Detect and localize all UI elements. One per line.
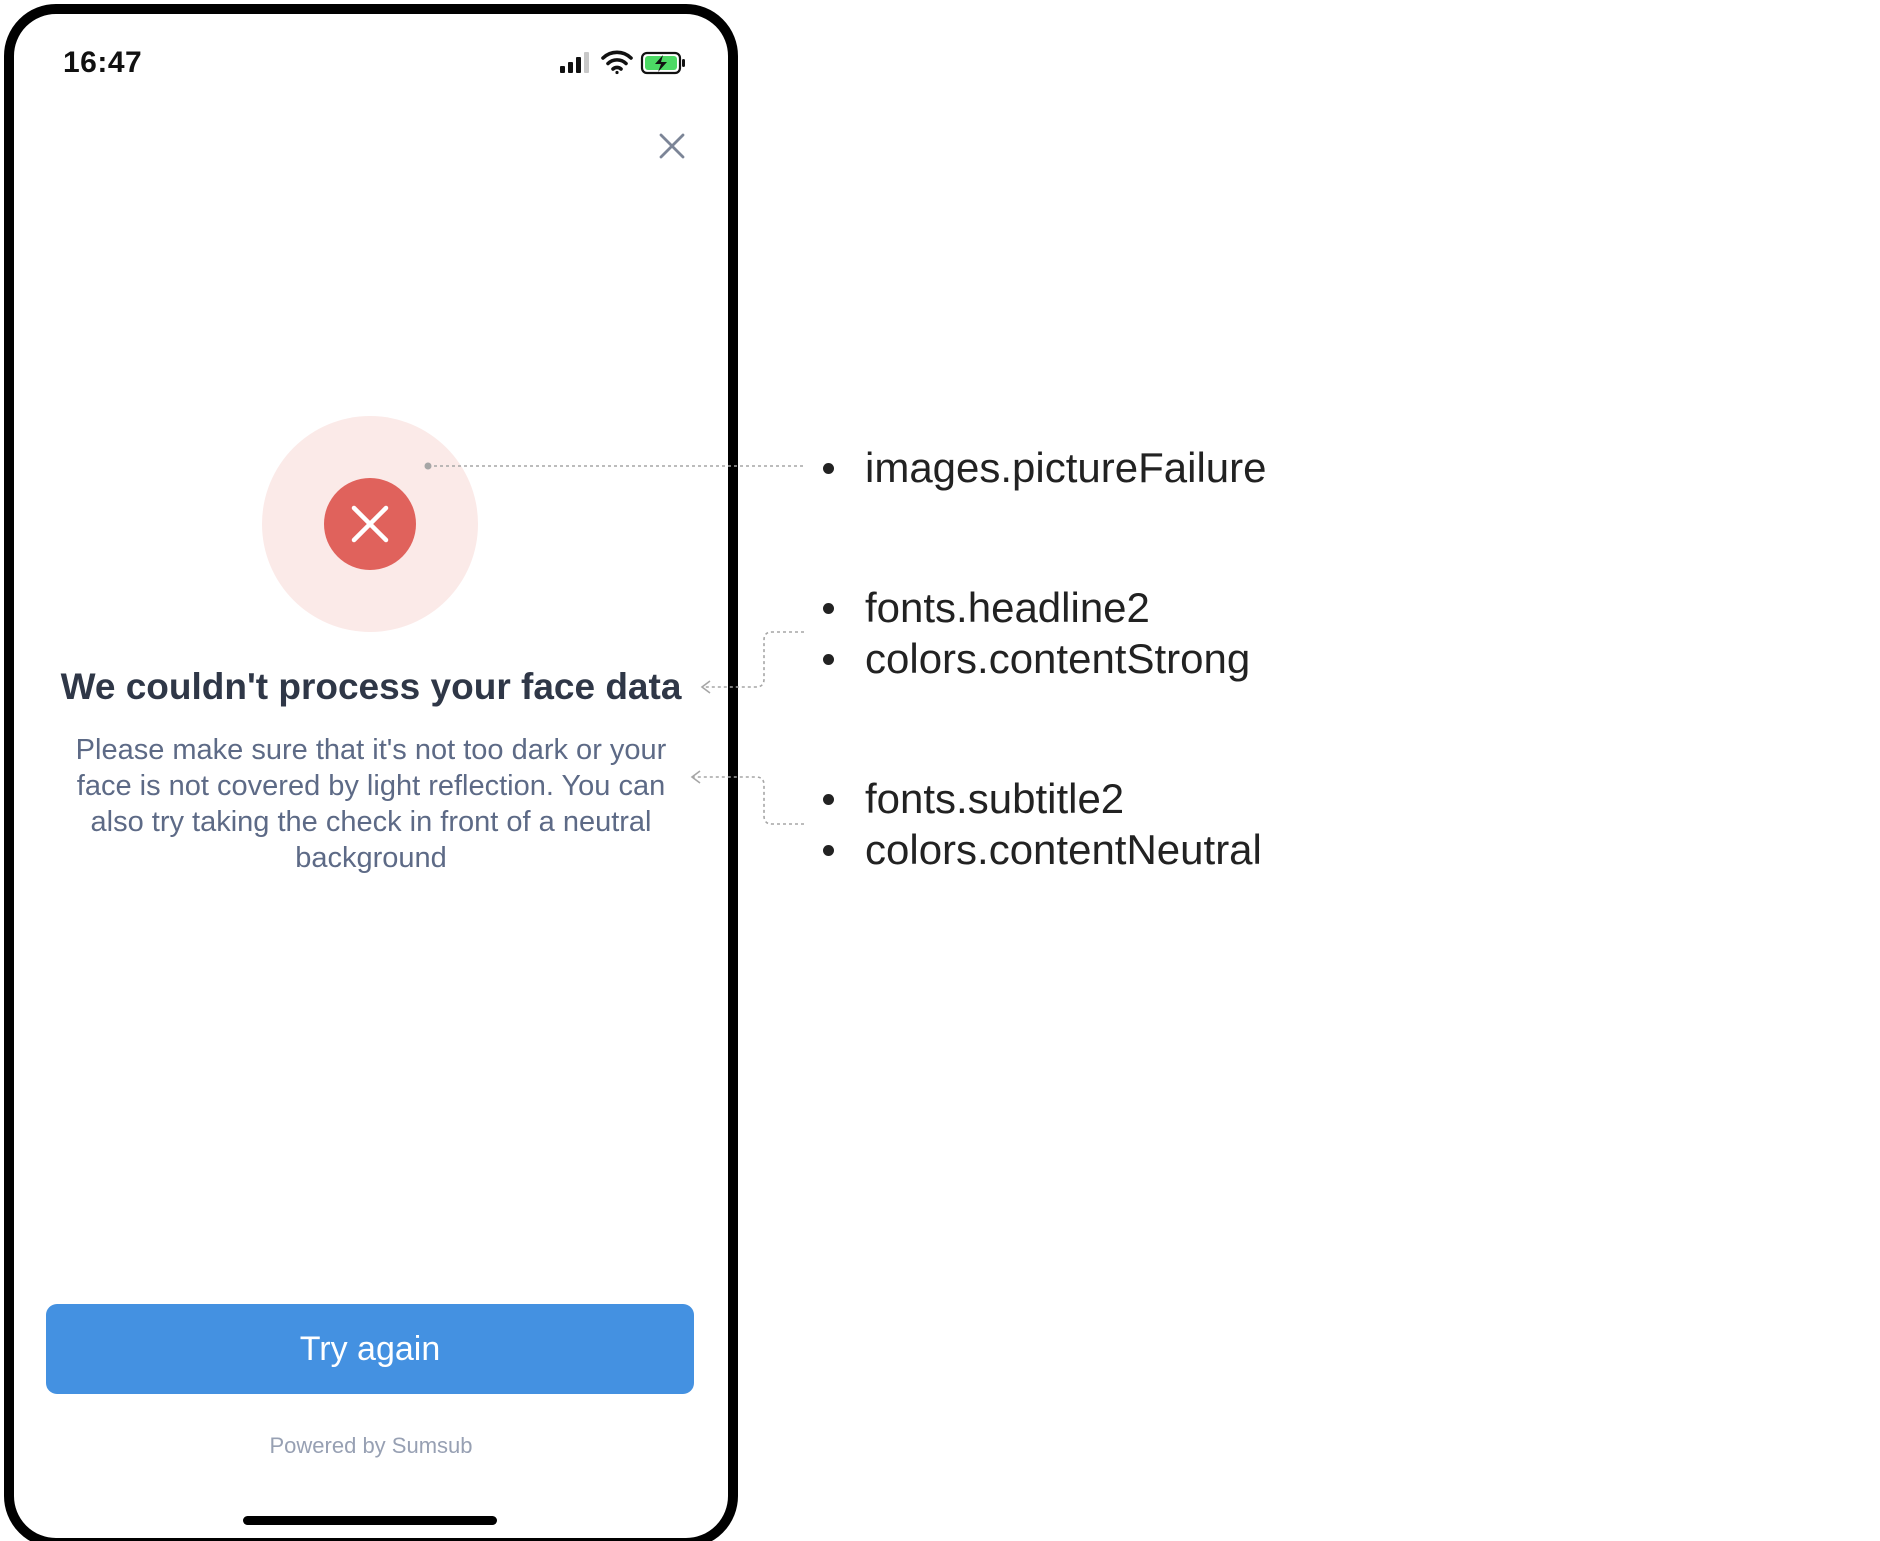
annotation-picture-failure: images.pictureFailure: [820, 442, 1267, 493]
wifi-icon: [601, 50, 633, 75]
annotation-item: colors.contentNeutral: [820, 824, 1262, 875]
status-icons: [560, 48, 710, 80]
status-time: 16:47: [63, 46, 143, 79]
failure-picture: [262, 416, 478, 632]
close-icon: [659, 133, 685, 159]
annotation-item: fonts.subtitle2: [820, 773, 1262, 824]
powered-by-text: Powered by Sumsub: [269, 1433, 473, 1458]
home-indicator: [243, 1516, 497, 1525]
headline: We couldn't process your face data: [60, 666, 682, 707]
annotation-subtitle: fonts.subtitle2 colors.contentNeutral: [820, 773, 1262, 875]
try-again-button[interactable]: Try again: [46, 1304, 694, 1394]
cellular-signal-icon: [560, 52, 589, 73]
phone-frame: 16:47 We couldn't process your face data…: [4, 4, 738, 1541]
close-button[interactable]: [650, 124, 694, 168]
annotated-screenshot: 16:47 We couldn't process your face data…: [0, 0, 1880, 1541]
subtitle: Please make sure that it's not too dark …: [75, 734, 667, 874]
annotation-item: fonts.headline2: [820, 582, 1250, 633]
annotation-item: colors.contentStrong: [820, 633, 1250, 684]
annotation-headline: fonts.headline2 colors.contentStrong: [820, 582, 1250, 684]
annotation-item: images.pictureFailure: [820, 442, 1267, 493]
battery-charging-icon: [640, 51, 685, 75]
